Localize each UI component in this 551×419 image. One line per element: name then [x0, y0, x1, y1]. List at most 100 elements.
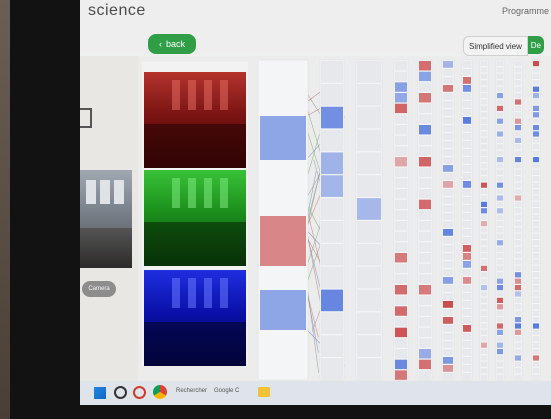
folder-icon[interactable] — [258, 387, 270, 397]
feature-map — [419, 178, 431, 188]
feature-map — [321, 152, 343, 175]
feature-map — [419, 370, 431, 380]
feature-map — [463, 373, 471, 380]
feature-map — [533, 125, 539, 131]
desk — [80, 228, 132, 268]
feature-layer-column[interactable] — [461, 59, 473, 381]
feature-map — [515, 208, 521, 214]
feature-map — [395, 285, 407, 295]
feature-map — [533, 182, 539, 188]
feature-map — [515, 214, 521, 220]
feature-map — [515, 349, 521, 355]
feature-map — [419, 274, 431, 284]
feature-map — [443, 253, 453, 260]
feature-map — [515, 272, 521, 278]
taskbar-browser-text[interactable]: Google C — [214, 388, 239, 394]
view-toggle[interactable]: Simplified view De — [463, 36, 544, 56]
feature-map — [463, 285, 471, 292]
feature-map — [481, 265, 487, 271]
feature-map — [463, 165, 471, 172]
feature-map — [463, 77, 471, 84]
feature-map — [321, 175, 343, 197]
feature-map — [533, 112, 539, 118]
detailed-view-button[interactable]: De — [527, 36, 544, 54]
feature-map — [463, 213, 471, 220]
feature-map — [463, 333, 471, 340]
feature-map — [419, 359, 431, 370]
monitor-bezel: science Programme ‹ back Simplified view… — [10, 0, 551, 419]
window — [188, 80, 196, 110]
feature-map — [321, 106, 343, 129]
capture-frame-icon[interactable] — [80, 108, 92, 128]
input-caption[interactable]: Camera — [82, 281, 116, 297]
feature-map — [463, 317, 471, 324]
window — [204, 178, 212, 208]
feature-map — [533, 374, 539, 380]
feature-map — [497, 374, 503, 380]
feature-map — [533, 317, 539, 323]
feature-map — [533, 61, 539, 67]
feature-map — [463, 205, 471, 212]
feature-map — [533, 99, 539, 105]
feature-map — [443, 261, 453, 268]
feature-map — [533, 233, 539, 239]
feature-map — [497, 246, 503, 252]
feature-map — [443, 301, 453, 308]
feature-map — [515, 221, 521, 227]
windows-icon[interactable] — [94, 387, 106, 399]
feature-map — [497, 208, 503, 214]
feature-map — [481, 125, 487, 131]
feature-map — [395, 338, 407, 348]
feature-map — [533, 227, 539, 233]
floor — [144, 322, 246, 366]
feature-map — [481, 214, 487, 220]
feature-map — [463, 269, 471, 276]
feature-map — [321, 266, 343, 289]
feature-map — [533, 150, 539, 156]
feature-map — [321, 221, 343, 243]
feature-map — [357, 61, 381, 83]
feature-map — [419, 285, 431, 295]
feature-map — [515, 297, 521, 303]
feature-map — [463, 117, 471, 124]
feature-map — [533, 67, 539, 73]
feature-map — [515, 157, 521, 163]
cortana-icon[interactable] — [133, 386, 146, 399]
feature-map — [497, 176, 503, 182]
feature-map — [515, 112, 521, 118]
feature-map — [533, 304, 539, 310]
feature-map — [497, 163, 503, 169]
taskbar-search-text[interactable]: Rechercher — [176, 388, 207, 394]
feature-map — [497, 285, 503, 291]
feature-map — [515, 67, 521, 73]
feature-map — [419, 82, 431, 92]
feature-layer-column[interactable] — [441, 59, 455, 381]
feature-map — [443, 125, 453, 132]
feature-map — [515, 285, 521, 291]
feature-map — [497, 182, 503, 188]
simplified-view-button[interactable]: Simplified view — [463, 36, 528, 56]
feature-map — [357, 129, 381, 152]
feature-map — [395, 221, 407, 231]
feature-map — [533, 285, 539, 291]
search-icon[interactable] — [114, 386, 127, 399]
back-button[interactable]: ‹ back — [148, 34, 196, 54]
feature-map — [481, 291, 487, 297]
feature-map — [481, 163, 487, 169]
feature-map — [515, 169, 521, 175]
feature-map — [357, 335, 381, 357]
feature-map — [515, 99, 521, 105]
feature-map — [357, 358, 381, 380]
feature-map — [515, 80, 521, 86]
window — [220, 178, 228, 208]
feature-map — [419, 327, 431, 338]
feature-map — [463, 237, 471, 244]
feature-map — [419, 231, 431, 242]
chrome-icon[interactable] — [153, 385, 167, 399]
feature-map — [533, 137, 539, 143]
feature-map — [533, 144, 539, 150]
feature-map — [533, 208, 539, 214]
feature-map — [481, 201, 487, 207]
feature-map — [481, 246, 487, 252]
red-channel-image — [144, 72, 246, 168]
